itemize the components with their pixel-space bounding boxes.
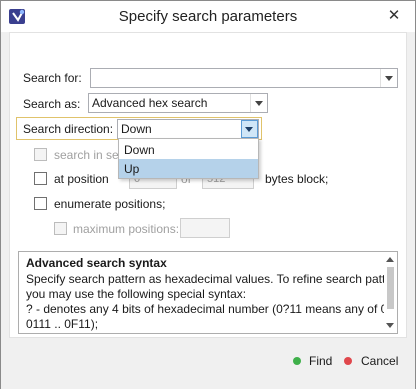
maximum-positions-label: maximum positions: bbox=[73, 222, 180, 236]
search-as-combo[interactable]: Advanced hex search bbox=[88, 93, 268, 113]
maximum-positions-checkbox[interactable] bbox=[54, 222, 67, 235]
help-title: Advanced search syntax bbox=[26, 256, 167, 270]
maximum-positions-field[interactable] bbox=[180, 218, 230, 238]
title-bar[interactable]: Specify search parameters ✕ bbox=[1, 1, 415, 32]
bytes-block-label: bytes block; bbox=[265, 172, 329, 186]
help-text-box[interactable]: Advanced search syntax Specify search pa… bbox=[18, 251, 398, 334]
help-line: ? - denotes any 4 bits of hexadecimal nu… bbox=[26, 302, 398, 316]
search-direction-combo[interactable]: Down bbox=[117, 119, 259, 139]
help-line: you may use the following special syntax… bbox=[26, 287, 247, 301]
search-direction-value: Down bbox=[121, 122, 152, 136]
chevron-down-icon[interactable] bbox=[250, 94, 267, 112]
dialog-window: Specify search parameters ✕ Search for: … bbox=[0, 0, 416, 389]
red-dot-icon bbox=[344, 357, 352, 365]
chevron-down-icon[interactable] bbox=[380, 69, 397, 87]
help-line: Specify search pattern as hexadecimal va… bbox=[26, 272, 398, 286]
search-as-value: Advanced hex search bbox=[92, 96, 208, 110]
enumerate-positions-checkbox[interactable] bbox=[34, 197, 47, 210]
search-for-label: Search for: bbox=[23, 71, 82, 85]
at-position-checkbox[interactable] bbox=[34, 172, 47, 185]
scroll-down-icon[interactable] bbox=[386, 323, 394, 328]
search-direction-dropdown: Down Up bbox=[118, 138, 259, 179]
dropdown-option-up[interactable]: Up bbox=[119, 159, 258, 178]
find-button[interactable]: Find bbox=[309, 354, 332, 368]
dropdown-option-down[interactable]: Down bbox=[119, 140, 258, 159]
help-scrollbar[interactable] bbox=[384, 252, 397, 333]
search-for-combo[interactable] bbox=[90, 68, 398, 88]
search-as-label: Search as: bbox=[23, 97, 81, 111]
chevron-down-icon[interactable] bbox=[241, 120, 258, 138]
scroll-thumb[interactable] bbox=[387, 267, 394, 309]
enumerate-positions-label: enumerate positions; bbox=[54, 197, 166, 211]
cancel-button[interactable]: Cancel bbox=[361, 354, 398, 368]
scroll-up-icon[interactable] bbox=[386, 257, 394, 262]
close-icon: ✕ bbox=[387, 7, 401, 24]
help-line: 0111 .. 0F11); bbox=[26, 317, 99, 331]
dialog-footer: Find Cancel bbox=[1, 339, 415, 389]
search-in-selection-checkbox[interactable] bbox=[34, 148, 47, 161]
at-position-label: at position bbox=[54, 172, 109, 186]
close-button[interactable]: ✕ bbox=[381, 5, 407, 27]
search-in-selection-label: search in sele bbox=[54, 148, 129, 162]
window-title: Specify search parameters bbox=[118, 8, 298, 25]
search-direction-label: Search direction: bbox=[23, 122, 114, 136]
green-dot-icon bbox=[293, 357, 301, 365]
